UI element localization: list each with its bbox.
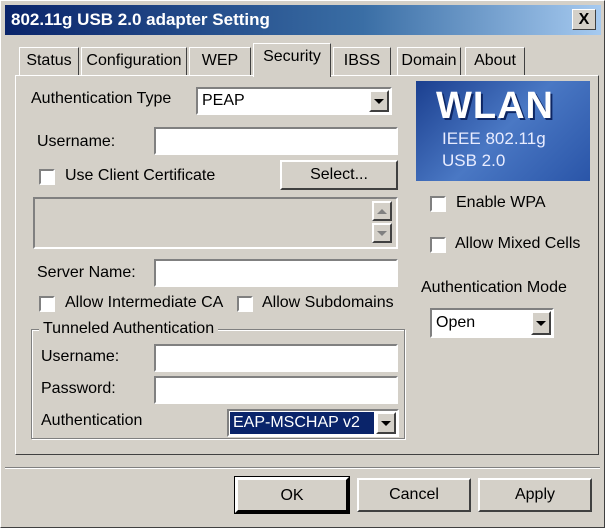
enable-wpa-label: Enable WPA [456, 194, 546, 211]
tab-domain[interactable]: Domain [397, 47, 461, 75]
allow-intermediate-ca-checkbox[interactable] [39, 296, 55, 312]
tab-configuration[interactable]: Configuration [81, 47, 187, 75]
tab-security[interactable]: Security [253, 43, 331, 77]
scroll-down-button[interactable] [372, 223, 392, 243]
tunneled-auth-select[interactable]: EAP-MSCHAP v2 [227, 409, 399, 437]
tab-wep[interactable]: WEP [189, 47, 251, 75]
scroll-up-button[interactable] [372, 201, 392, 221]
chevron-down-icon[interactable] [376, 412, 396, 434]
dialog-window: 802.11g USB 2.0 adapter Setting X Status… [0, 0, 605, 528]
tab-label: Configuration [86, 52, 182, 69]
allow-intermediate-ca-label: Allow Intermediate CA [65, 294, 224, 311]
logo-title: WLAN [436, 85, 554, 127]
use-client-cert-checkbox[interactable] [39, 169, 55, 185]
tunneled-username-label: Username: [41, 348, 120, 365]
auth-type-select[interactable]: PEAP [196, 87, 392, 115]
username-label: Username: [37, 133, 116, 150]
tab-status[interactable]: Status [19, 47, 79, 75]
bottom-separator [5, 467, 600, 469]
allow-mixed-cells-label: Allow Mixed Cells [455, 235, 581, 252]
chevron-down-icon[interactable] [531, 311, 551, 335]
ok-button[interactable]: OK [234, 476, 350, 514]
enable-wpa-checkbox[interactable] [430, 196, 446, 212]
auth-mode-select[interactable]: Open [430, 308, 554, 338]
username-input[interactable] [154, 127, 398, 155]
tunneled-auth-label: Authentication [41, 412, 143, 429]
logo-line1: IEEE 802.11g [442, 129, 546, 148]
window-title: 802.11g USB 2.0 adapter Setting [11, 10, 270, 29]
allow-subdomains-checkbox[interactable] [237, 296, 253, 312]
auth-type-label: Authentication Type [31, 90, 172, 107]
wlan-logo: WLAN IEEE 802.11g USB 2.0 [416, 81, 590, 181]
use-client-cert-label: Use Client Certificate [65, 167, 216, 184]
apply-button[interactable]: Apply [478, 478, 592, 512]
auth-mode-label: Authentication Mode [421, 279, 567, 296]
auth-mode-value: Open [436, 314, 476, 331]
title-bar: 802.11g USB 2.0 adapter Setting X [5, 5, 601, 35]
tunneled-password-input[interactable] [154, 376, 398, 404]
tab-label: Security [263, 48, 321, 65]
close-button[interactable]: X [572, 9, 596, 30]
select-button[interactable]: Select... [280, 160, 398, 190]
server-name-label: Server Name: [37, 264, 136, 281]
tab-label: WEP [201, 52, 239, 69]
logo-line2: USB 2.0 [442, 151, 506, 170]
tab-ibss[interactable]: IBSS [333, 47, 391, 75]
tunneled-username-input[interactable] [154, 344, 398, 372]
arrow-up-icon [377, 208, 387, 214]
tab-about[interactable]: About [465, 47, 525, 75]
tunneled-auth-value: EAP-MSCHAP v2 [230, 412, 374, 434]
cancel-button[interactable]: Cancel [357, 478, 471, 512]
close-icon: X [578, 10, 590, 28]
allow-mixed-cells-checkbox[interactable] [430, 237, 446, 253]
arrow-down-icon [377, 230, 387, 236]
auth-type-value: PEAP [202, 92, 245, 109]
certificate-list[interactable] [33, 197, 398, 249]
tab-label: IBSS [343, 52, 381, 69]
tab-label: About [474, 52, 516, 69]
allow-subdomains-label: Allow Subdomains [262, 294, 394, 311]
tab-label: Domain [401, 52, 457, 69]
tab-label: Status [26, 52, 72, 69]
chevron-down-icon[interactable] [369, 90, 389, 112]
tunneled-password-label: Password: [41, 380, 116, 397]
tunneled-auth-group-label: Tunneled Authentication [39, 320, 219, 338]
server-name-input[interactable] [154, 259, 398, 287]
